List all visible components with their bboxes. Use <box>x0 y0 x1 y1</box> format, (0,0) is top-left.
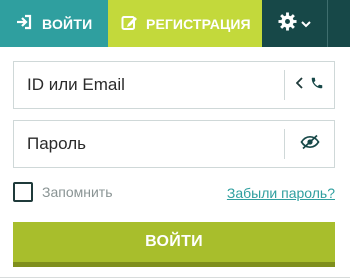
chevron-down-icon <box>301 15 311 33</box>
login-tab-label: ВОЙТИ <box>42 15 93 32</box>
password-field[interactable]: Пароль <box>13 120 335 168</box>
email-field[interactable]: ID или Email <box>13 61 335 109</box>
top-navigation: ВОЙТИ РЕГИСТРАЦИЯ <box>0 0 350 47</box>
remember-label: Запомнить <box>42 184 113 200</box>
phone-icon <box>310 76 324 95</box>
register-tab-label: РЕГИСТРАЦИЯ <box>146 15 251 32</box>
remember-checkbox[interactable] <box>13 182 33 202</box>
register-tab[interactable]: РЕГИСТРАЦИЯ <box>108 0 262 47</box>
chevron-left-icon <box>295 76 304 94</box>
email-input[interactable]: ID или Email <box>14 75 284 95</box>
password-input[interactable]: Пароль <box>14 134 284 154</box>
login-submit-button[interactable]: ВОЙТИ <box>13 222 335 267</box>
eye-slash-icon <box>299 134 320 155</box>
forgot-password-link[interactable]: Забыли пароль? <box>227 185 335 201</box>
phone-login-toggle[interactable] <box>284 70 334 100</box>
topbar-extra-segment[interactable] <box>327 0 350 47</box>
settings-dropdown[interactable] <box>262 0 327 47</box>
bottom-divider <box>0 277 350 278</box>
edit-icon <box>121 14 138 34</box>
remember-me[interactable]: Запомнить <box>13 182 113 202</box>
sign-in-icon <box>16 14 32 33</box>
password-visibility-toggle[interactable] <box>284 129 334 159</box>
gear-icon <box>278 11 297 36</box>
login-tab[interactable]: ВОЙТИ <box>0 0 108 47</box>
